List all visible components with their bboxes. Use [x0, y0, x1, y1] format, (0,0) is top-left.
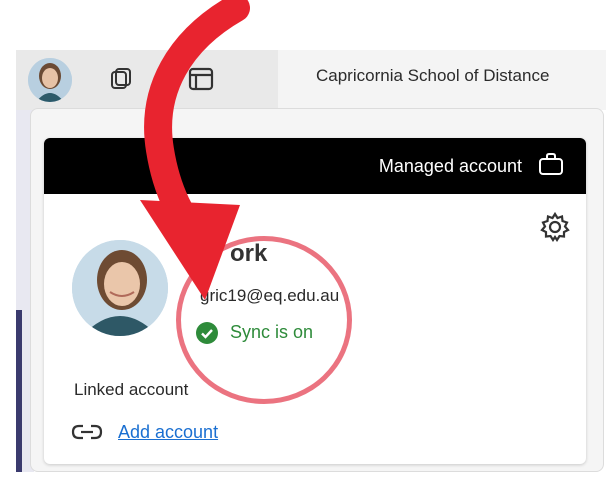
profile-name: ork: [230, 240, 268, 267]
link-icon: [71, 424, 103, 440]
tab-actions-icon[interactable]: [186, 64, 216, 94]
sync-status[interactable]: Sync is on: [230, 322, 313, 343]
profile-photo: [72, 240, 168, 336]
sync-check-icon: [196, 322, 218, 344]
workspaces-icon[interactable]: [106, 64, 136, 94]
add-account-link[interactable]: Add account: [118, 422, 218, 443]
managed-account-label: Managed account: [378, 156, 522, 176]
profile-email: gric19@eq.edu.au: [200, 286, 340, 305]
profile-avatar-icon: [28, 58, 72, 102]
managed-account-bar: Managed account: [44, 138, 586, 194]
gear-icon[interactable]: [538, 210, 572, 244]
tab-title[interactable]: Capricornia School of Distance: [316, 66, 549, 86]
page-accent-bar: [16, 310, 22, 472]
profile-button[interactable]: [28, 58, 72, 102]
linked-account-label: Linked account: [74, 380, 189, 399]
profile-picture: [72, 240, 168, 336]
briefcase-icon: [539, 153, 563, 175]
